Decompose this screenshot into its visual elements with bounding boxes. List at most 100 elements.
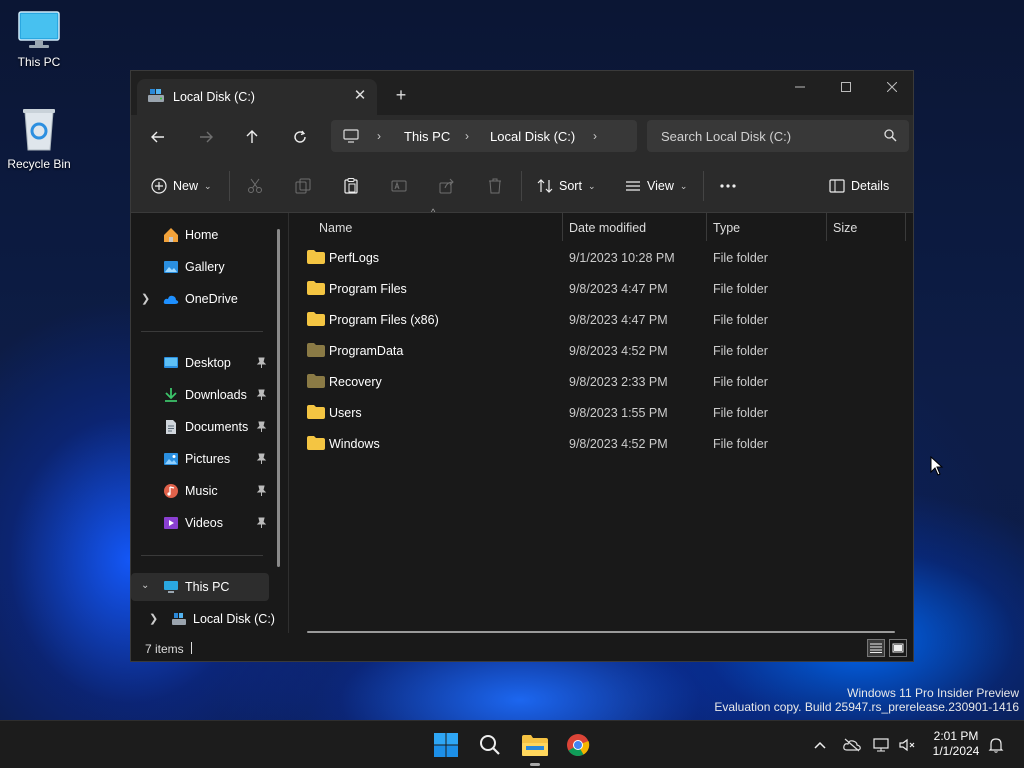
sidebar-item-home[interactable]: Home <box>131 221 281 249</box>
search-button[interactable] <box>474 729 506 761</box>
notifications-button[interactable] <box>986 735 1006 755</box>
file-row[interactable]: Recovery 9/8/2023 2:33 PM File folder <box>299 367 895 397</box>
volume-tray-button[interactable] <box>898 735 918 755</box>
back-button[interactable] <box>143 123 173 151</box>
pin-icon[interactable] <box>255 389 267 401</box>
file-explorer-taskbar-button[interactable] <box>519 729 551 761</box>
network-tray-button[interactable] <box>872 735 892 755</box>
new-tab-button[interactable]: + <box>389 83 413 107</box>
chevron-down-icon: ⌄ <box>679 180 688 191</box>
pin-icon[interactable] <box>255 517 267 529</box>
chevron-down-icon: ⌄ <box>587 180 596 191</box>
maximize-button[interactable] <box>823 71 869 103</box>
file-row[interactable]: PerfLogs 9/1/2023 10:28 PM File folder <box>299 243 895 273</box>
column-header-name[interactable]: Name <box>309 213 561 241</box>
pin-icon[interactable] <box>255 421 267 433</box>
expand-chevron-icon[interactable]: ❯ <box>141 292 150 305</box>
share-button[interactable] <box>439 174 455 198</box>
desktop-icon-recycle-bin[interactable]: Recycle Bin <box>0 106 78 171</box>
sidebar-item-desktop[interactable]: Desktop <box>131 349 281 377</box>
toolbar-divider <box>521 171 522 201</box>
sort-button[interactable]: Sort ⌄ <box>537 174 595 198</box>
sidebar-item-this-pc[interactable]: ⌄ This PC <box>131 573 269 601</box>
copy-button[interactable] <box>295 174 311 198</box>
expand-chevron-icon[interactable]: ❯ <box>149 612 158 625</box>
column-header-size[interactable]: Size <box>823 213 903 241</box>
file-row[interactable]: Program Files (x86) 9/8/2023 4:47 PM Fil… <box>299 305 895 335</box>
details-view-button[interactable] <box>867 639 885 657</box>
tiles-view-button[interactable] <box>889 639 907 657</box>
collapse-chevron-icon[interactable]: ⌄ <box>141 580 149 591</box>
file-type: File folder <box>713 406 768 420</box>
show-hidden-icons-button[interactable] <box>810 735 830 755</box>
status-divider <box>191 642 192 654</box>
address-bar[interactable]: › This PC › Local Disk (C:) › <box>331 120 637 152</box>
search-placeholder: Search Local Disk (C:) <box>661 129 792 144</box>
arrow-up-icon <box>246 130 258 143</box>
details-pane-button[interactable]: Details <box>829 174 889 198</box>
pin-icon[interactable] <box>255 453 267 465</box>
file-row[interactable]: Users 9/8/2023 1:55 PM File folder <box>299 398 895 428</box>
up-button[interactable] <box>237 123 267 151</box>
search-box[interactable]: Search Local Disk (C:) <box>647 120 909 152</box>
file-name: ProgramData <box>329 344 404 358</box>
system-clock[interactable]: 2:01 PM 1/1/2024 <box>924 729 988 759</box>
sidebar-item-label: Gallery <box>185 260 225 274</box>
sidebar-item-gallery[interactable]: Gallery <box>131 253 281 281</box>
close-button[interactable] <box>869 71 915 103</box>
breadcrumb-chevron-icon[interactable]: › <box>465 129 469 143</box>
column-divider[interactable] <box>905 213 906 241</box>
documents-icon <box>166 420 176 434</box>
tab-title: Local Disk (C:) <box>173 90 255 104</box>
cut-button[interactable] <box>247 174 263 198</box>
more-options-button[interactable] <box>719 174 737 198</box>
view-button[interactable]: View ⌄ <box>625 174 687 198</box>
refresh-button[interactable] <box>285 123 315 151</box>
forward-button[interactable] <box>191 123 221 151</box>
file-explorer-icon <box>522 735 548 756</box>
file-row[interactable]: Windows 9/8/2023 4:52 PM File folder <box>299 429 895 459</box>
build-watermark: Windows 11 Pro Insider Preview Evaluatio… <box>714 686 1019 714</box>
folder-icon <box>307 436 325 450</box>
pin-icon[interactable] <box>255 485 267 497</box>
paste-button[interactable] <box>343 174 359 198</box>
pin-icon[interactable] <box>255 357 267 369</box>
breadcrumb-chevron-icon[interactable]: › <box>593 129 597 143</box>
file-type: File folder <box>713 313 768 327</box>
rename-button[interactable] <box>391 174 407 198</box>
file-date: 9/1/2023 10:28 PM <box>569 251 675 265</box>
sidebar-scrollbar[interactable] <box>277 229 280 567</box>
sidebar-item-pictures[interactable]: Pictures <box>131 445 281 473</box>
file-type: File folder <box>713 437 768 451</box>
start-button[interactable] <box>430 729 462 761</box>
column-header-type[interactable]: Type <box>703 213 823 241</box>
sidebar-divider <box>141 331 263 332</box>
mouse-cursor-icon <box>930 456 944 476</box>
file-row[interactable]: ProgramData 9/8/2023 4:52 PM File folder <box>299 336 895 366</box>
breadcrumb-local-disk[interactable]: Local Disk (C:) <box>490 129 575 144</box>
onedrive-tray-button[interactable] <box>842 735 862 755</box>
file-date: 9/8/2023 4:52 PM <box>569 437 668 451</box>
tab-local-disk[interactable]: Local Disk (C:) ✕ <box>137 79 377 115</box>
breadcrumb-chevron-icon[interactable]: › <box>377 129 381 143</box>
file-row[interactable]: Program Files 9/8/2023 4:47 PM File fold… <box>299 274 895 304</box>
close-icon <box>887 82 897 92</box>
sidebar-item-documents[interactable]: Documents <box>131 413 281 441</box>
desktop-icon-this-pc[interactable]: This PC <box>0 10 78 69</box>
minimize-button[interactable] <box>777 71 823 103</box>
sidebar-item-local-disk[interactable]: ❯ Local Disk (C:) <box>131 605 281 633</box>
breadcrumb-this-pc[interactable]: This PC <box>404 129 450 144</box>
chrome-taskbar-button[interactable] <box>562 729 594 761</box>
desktop-icon <box>164 357 178 368</box>
sidebar-item-videos[interactable]: Videos <box>131 509 281 537</box>
drive-icon <box>172 613 186 625</box>
new-button[interactable]: New ⌄ <box>151 174 212 198</box>
sidebar-item-onedrive[interactable]: ❯ OneDrive <box>131 285 281 313</box>
column-header-date[interactable]: Date modified <box>559 213 703 241</box>
sidebar-item-music[interactable]: Music <box>131 477 281 505</box>
tab-close-icon[interactable]: ✕ <box>349 85 371 107</box>
delete-button[interactable] <box>487 174 503 198</box>
sidebar-item-label: Downloads <box>185 388 247 402</box>
sidebar-item-downloads[interactable]: Downloads <box>131 381 281 409</box>
column-header-label: Type <box>713 221 741 235</box>
